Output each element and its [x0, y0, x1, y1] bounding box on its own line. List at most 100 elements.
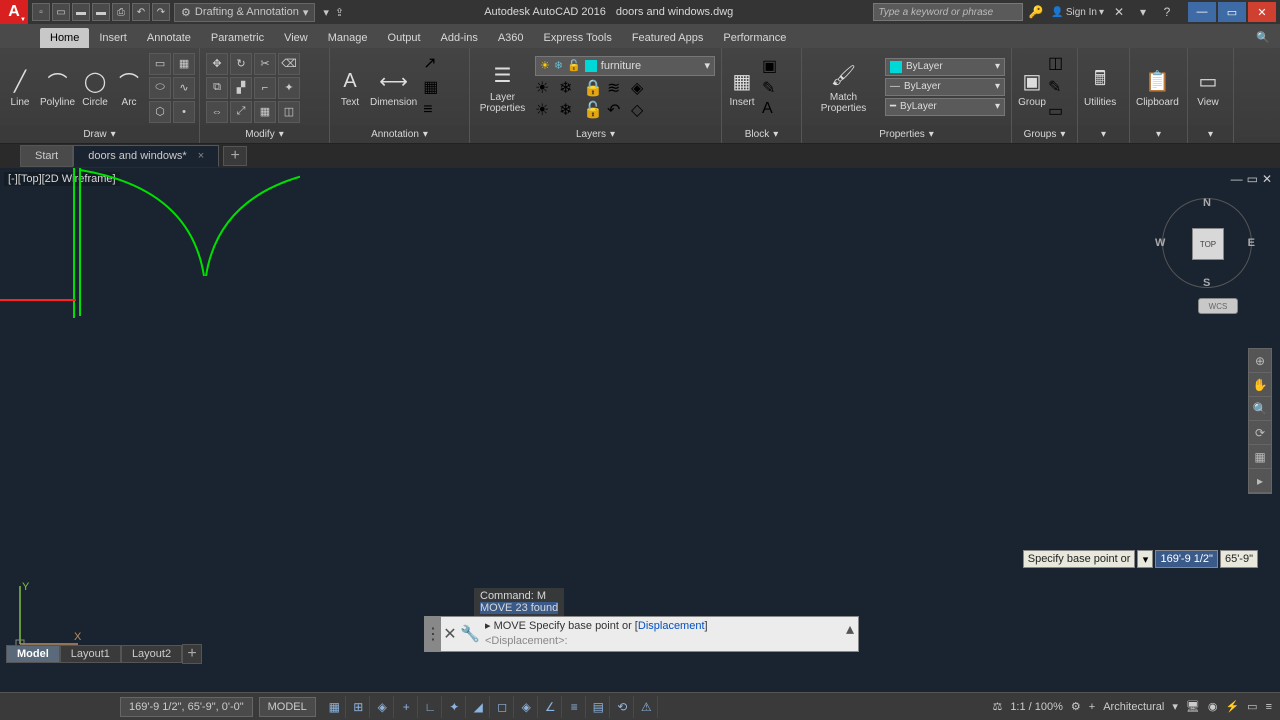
- erase-icon[interactable]: ⌫: [278, 53, 300, 75]
- mirror-icon[interactable]: ▞: [230, 77, 252, 99]
- layout-1[interactable]: Layout1: [60, 645, 121, 663]
- status-isolate-icon[interactable]: ◉: [1208, 700, 1218, 713]
- layout-add[interactable]: +: [182, 644, 202, 664]
- status-units[interactable]: Architectural: [1103, 701, 1164, 713]
- layer-off-icon[interactable]: ☀: [535, 78, 557, 98]
- otrack-toggle-icon[interactable]: ∠: [540, 696, 562, 718]
- offset-icon[interactable]: ◫: [278, 101, 300, 123]
- qat-save-icon[interactable]: ▬: [72, 3, 90, 21]
- annomonitor-toggle-icon[interactable]: ⚠: [636, 696, 658, 718]
- polygon-icon[interactable]: ⬡: [149, 101, 171, 123]
- hatch-icon[interactable]: ▦: [173, 53, 195, 75]
- layout-2[interactable]: Layout2: [121, 645, 182, 663]
- status-cleanscreen-icon[interactable]: ▭: [1247, 700, 1257, 713]
- leader-icon[interactable]: ↗: [423, 53, 445, 75]
- iso-toggle-icon[interactable]: ◢: [468, 696, 490, 718]
- osnap-toggle-icon[interactable]: ◻: [492, 696, 514, 718]
- 3dosnap-toggle-icon[interactable]: ◈: [516, 696, 538, 718]
- stayconnected-icon[interactable]: ▾: [1134, 3, 1152, 21]
- layer-lock-icon[interactable]: 🔒: [583, 78, 605, 98]
- panel-clipboard-title[interactable]: ▾: [1130, 125, 1187, 143]
- status-monitor-icon[interactable]: 🖥: [1186, 700, 1200, 713]
- move-icon[interactable]: ✥: [206, 53, 228, 75]
- qat-new-icon[interactable]: ▫: [32, 3, 50, 21]
- layer-dropdown[interactable]: ☀❄🔓 furniture ▾: [535, 56, 715, 76]
- ribbon-search-icon[interactable]: 🔍: [1246, 27, 1280, 48]
- qat-undo-icon[interactable]: ↶: [132, 3, 150, 21]
- panel-modify-title[interactable]: Modify▾: [200, 125, 329, 143]
- drawing-canvas[interactable]: [-][Top][2D Wireframe] — ▭ ✕ N S E W TOP…: [0, 168, 1280, 692]
- dyn-y-input[interactable]: 65'-9": [1220, 550, 1258, 568]
- app-menu-button[interactable]: A: [0, 0, 28, 24]
- tab-home[interactable]: Home: [40, 28, 89, 48]
- attr-icon[interactable]: A: [762, 100, 782, 120]
- file-tab-close-icon[interactable]: ×: [198, 150, 204, 162]
- mtext-icon[interactable]: ≡: [423, 101, 445, 123]
- ungroup-icon[interactable]: ◫: [1048, 53, 1066, 75]
- spline-icon[interactable]: ∿: [173, 77, 195, 99]
- window-close[interactable]: ✕: [1248, 2, 1276, 22]
- file-tab-add[interactable]: +: [223, 146, 247, 166]
- tab-featured[interactable]: Featured Apps: [622, 28, 714, 48]
- status-scale[interactable]: 1:1 / 100%: [1010, 701, 1063, 713]
- infocenter-icon[interactable]: 🔑: [1027, 3, 1045, 21]
- panel-groups-title[interactable]: Groups▾: [1012, 125, 1077, 143]
- line-button[interactable]: ╱Line: [6, 67, 34, 108]
- dyninput-toggle-icon[interactable]: +: [396, 696, 418, 718]
- viewport-close-icon[interactable]: ✕: [1262, 172, 1272, 186]
- status-hardware-icon[interactable]: ⚡: [1225, 700, 1239, 713]
- rotate-icon[interactable]: ↻: [230, 53, 252, 75]
- window-minimize[interactable]: —: [1188, 2, 1216, 22]
- transparency-toggle-icon[interactable]: ▤: [588, 696, 610, 718]
- array-icon[interactable]: ▦: [254, 101, 276, 123]
- workspace-dropdown[interactable]: ⚙ Drafting & Annotation ▾: [174, 3, 315, 22]
- layer-thaw-icon[interactable]: ❄: [559, 100, 581, 120]
- layer-freeze-icon[interactable]: ❄: [559, 78, 581, 98]
- nav-zoom-icon[interactable]: 🔍: [1249, 397, 1271, 421]
- dyn-options-icon[interactable]: ▾: [1137, 550, 1153, 568]
- panel-annotation-title[interactable]: Annotation▾: [330, 125, 469, 143]
- help-icon[interactable]: ?: [1158, 3, 1176, 21]
- panel-layers-title[interactable]: Layers▾: [470, 125, 721, 143]
- tab-insert[interactable]: Insert: [89, 28, 137, 48]
- nav-more-icon[interactable]: ▸: [1249, 469, 1271, 493]
- group-edit-icon[interactable]: ✎: [1048, 77, 1066, 99]
- viewcube-top[interactable]: TOP: [1192, 228, 1224, 260]
- insert-button[interactable]: ▦Insert: [728, 67, 756, 108]
- nav-pan-icon[interactable]: ✋: [1249, 373, 1271, 397]
- edit-block-icon[interactable]: ✎: [762, 78, 782, 98]
- layer-on-icon[interactable]: ☀: [535, 100, 557, 120]
- ortho-toggle-icon[interactable]: ∟: [420, 696, 442, 718]
- rect-icon[interactable]: ▭: [149, 53, 171, 75]
- polyline-button[interactable]: ⌒Polyline: [40, 67, 75, 108]
- stretch-icon[interactable]: ⇔: [206, 101, 228, 123]
- create-block-icon[interactable]: ▣: [762, 56, 782, 76]
- qat-open-icon[interactable]: ▭: [52, 3, 70, 21]
- tab-addins[interactable]: Add-ins: [431, 28, 488, 48]
- match-properties-button[interactable]: 🖌Match Properties: [808, 62, 879, 114]
- trim-icon[interactable]: ✂: [254, 53, 276, 75]
- panel-block-title[interactable]: Block▾: [722, 125, 801, 143]
- viewport-minimize-icon[interactable]: —: [1231, 172, 1243, 186]
- share-icon[interactable]: ⇪: [335, 6, 344, 19]
- qat-plot-icon[interactable]: ⎙: [112, 3, 130, 21]
- lw-toggle-icon[interactable]: ≡: [564, 696, 586, 718]
- status-coords[interactable]: 169'-9 1/2", 65'-9", 0'-0": [120, 697, 253, 717]
- layout-model[interactable]: Model: [6, 645, 60, 663]
- text-button[interactable]: AText: [336, 67, 364, 108]
- wcs-badge[interactable]: WCS: [1198, 298, 1238, 314]
- layer-unlock-icon[interactable]: 🔓: [583, 100, 605, 120]
- command-text[interactable]: ▸ MOVE Specify base point or [Displaceme…: [481, 617, 842, 651]
- command-customize-icon[interactable]: 🔧: [459, 617, 481, 651]
- layer-uniso-icon[interactable]: ◇: [631, 100, 653, 120]
- copy-icon[interactable]: ⧉: [206, 77, 228, 99]
- fillet-icon[interactable]: ⌐: [254, 77, 276, 99]
- viewcube[interactable]: N S E W TOP: [1162, 198, 1252, 288]
- polar-toggle-icon[interactable]: ✦: [444, 696, 466, 718]
- group-bbox-icon[interactable]: ▭: [1048, 101, 1066, 123]
- grid-toggle-icon[interactable]: ▦: [324, 696, 346, 718]
- view-button[interactable]: ▭View: [1194, 67, 1222, 108]
- status-annoscale-icon[interactable]: ⚖: [992, 700, 1002, 713]
- panel-draw-title[interactable]: Draw▾: [0, 125, 199, 143]
- scale-icon[interactable]: ⤢: [230, 101, 252, 123]
